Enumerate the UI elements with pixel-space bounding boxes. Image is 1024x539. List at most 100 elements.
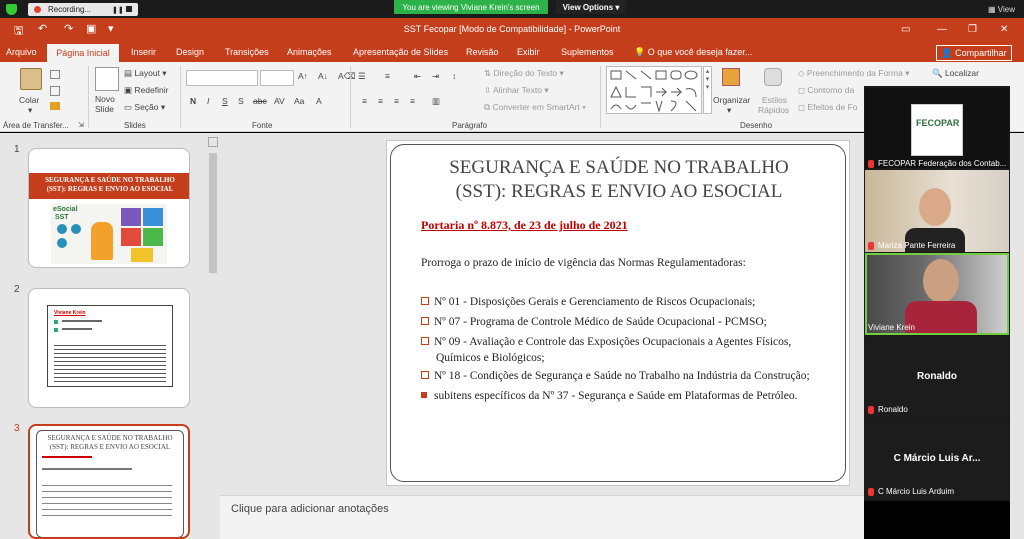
view-button[interactable]: ▦ View <box>988 5 1015 14</box>
format-painter-icon[interactable] <box>50 102 60 110</box>
shape-outline-button[interactable]: ◻ Contorno da <box>798 85 854 96</box>
shapes-gallery-scroll[interactable]: ▴ ▾ ▾ <box>703 66 712 114</box>
new-slide-label[interactable]: Novo <box>95 94 115 104</box>
numbering-icon[interactable]: ≡ <box>385 71 390 81</box>
tab-pagina-inicial[interactable]: Página Inicial <box>47 44 119 62</box>
char-spacing-icon[interactable]: AV <box>274 96 285 106</box>
quick-styles-label-2[interactable]: Rápidos <box>758 105 789 115</box>
scroll-thumb[interactable] <box>209 153 217 273</box>
bullet-item[interactable]: Nº 18 - Condições de Segurança e Saúde n… <box>421 368 841 384</box>
find-button[interactable]: 🔍 Localizar <box>932 68 979 79</box>
view-options-button[interactable]: View Options ▾ <box>556 0 626 14</box>
bullet-item[interactable]: Nº 07 - Programa de Controle Médico de S… <box>421 314 841 330</box>
section-button[interactable]: ▭ Seção ▾ <box>124 102 165 113</box>
change-case-icon[interactable]: Aa <box>294 96 304 106</box>
esocial-logo: eSocial SST <box>53 206 78 222</box>
new-slide-label-2[interactable]: Slide <box>95 104 114 114</box>
shape-effects-button[interactable]: ◻ Efeitos de Fo <box>798 102 858 113</box>
cut-icon[interactable] <box>50 70 60 79</box>
font-size-select[interactable] <box>260 70 294 86</box>
copy-icon[interactable] <box>50 86 60 96</box>
ribbon-display-icon[interactable]: ▭ <box>901 24 910 35</box>
bullets-icon[interactable]: ☰ <box>358 71 366 82</box>
tab-exibir[interactable]: Exibir <box>517 47 540 57</box>
scroll-up-icon[interactable] <box>208 137 218 147</box>
participant-name-text: C Márcio Luis Arduim <box>878 487 955 496</box>
underline-icon[interactable]: S <box>222 96 228 106</box>
recording-indicator[interactable]: Recording... ❚❚ <box>28 3 138 16</box>
share-label: Compartilhar <box>955 48 1007 58</box>
align-center-icon[interactable]: ≡ <box>378 96 383 106</box>
columns-icon[interactable]: ▥ <box>432 96 440 107</box>
align-right-icon[interactable]: ≡ <box>394 96 399 106</box>
checkbox-bullet-icon <box>421 317 429 325</box>
tab-inserir[interactable]: Inserir <box>131 47 156 57</box>
shapes-gallery[interactable] <box>606 66 702 114</box>
minimize-icon[interactable]: — <box>937 24 947 35</box>
new-slide-icon[interactable] <box>95 67 119 91</box>
bullet-item[interactable]: Nº 09 - Avaliação e Controle das Exposiç… <box>421 334 841 366</box>
close-icon[interactable]: ✕ <box>1000 24 1008 35</box>
line-spacing-icon[interactable]: ↕ <box>452 71 456 81</box>
increase-indent-icon[interactable]: ⇥ <box>432 71 439 82</box>
tab-apresentacao[interactable]: Apresentação de Slides <box>353 47 448 57</box>
paste-icon[interactable] <box>20 68 42 90</box>
arrange-icon[interactable] <box>722 68 740 86</box>
clear-formatting-icon[interactable]: A⌫ <box>338 71 356 82</box>
clipboard-launcher-icon[interactable]: ⇲ <box>78 121 84 129</box>
paste-dropdown-icon[interactable]: ▾ <box>28 105 32 116</box>
portaria-heading[interactable]: Portaria nº 8.873, de 23 de julho de 202… <box>421 218 628 233</box>
slide-title[interactable]: SEGURANÇA E SAÚDE NO TRABALHO (SST): REG… <box>400 156 838 204</box>
tab-revisao[interactable]: Revisão <box>466 47 499 57</box>
pause-icon[interactable]: ❚❚ <box>112 6 124 14</box>
participant-face <box>923 259 959 303</box>
font-family-select[interactable] <box>186 70 258 86</box>
strikethrough-icon[interactable]: abc <box>253 96 267 106</box>
slide-intro[interactable]: Prorroga o prazo de início de vigência d… <box>421 257 746 269</box>
quick-styles-icon[interactable] <box>764 68 782 86</box>
slide-thumbnail-3[interactable]: SEGURANÇA E SAÚDE NO TRABALHO (SST): REG… <box>28 424 190 539</box>
slide-thumbnail-2[interactable]: Viviane Krein <box>28 288 190 408</box>
bullet-text: Nº 09 - Avaliação e Controle das Exposiç… <box>434 336 792 348</box>
participant-body <box>905 301 977 333</box>
arrange-label[interactable]: Organizar <box>713 95 750 105</box>
paste-label[interactable]: Colar <box>19 95 39 105</box>
tab-design[interactable]: Design <box>176 47 204 57</box>
tell-me-search[interactable]: 💡 O que você deseja fazer... <box>634 47 752 58</box>
text-direction-button[interactable]: ⇅ Direção do Texto ▾ <box>484 68 564 79</box>
justify-icon[interactable]: ≡ <box>410 96 415 106</box>
group-font-label: Fonte <box>252 121 273 130</box>
italic-icon[interactable]: I <box>207 96 209 106</box>
bullet-item[interactable]: subitens específicos da Nº 37 - Seguranç… <box>421 388 841 404</box>
tab-arquivo[interactable]: Arquivo <box>6 47 37 57</box>
quick-styles-label[interactable]: Estilos <box>762 95 787 105</box>
thumbnail-scrollbar[interactable] <box>206 133 220 539</box>
align-left-icon[interactable]: ≡ <box>362 96 367 106</box>
group-paragraph-label: Parágrafo <box>452 121 488 130</box>
font-color-icon[interactable]: A <box>316 96 322 106</box>
notes-pane[interactable] <box>220 495 864 539</box>
thumb3-portaria-line <box>42 456 92 458</box>
layout-button[interactable]: ▤ Layout ▾ <box>124 68 167 79</box>
maximize-icon[interactable]: ❐ <box>968 24 977 35</box>
share-button[interactable]: 👤 Compartilhar <box>936 45 1012 61</box>
tab-suplementos[interactable]: Suplementos <box>561 47 614 57</box>
participant-tile[interactable] <box>865 170 1009 252</box>
tab-transicoes[interactable]: Transições <box>225 47 269 57</box>
increase-font-icon[interactable]: A↑ <box>298 71 308 81</box>
decrease-indent-icon[interactable]: ⇤ <box>414 71 421 82</box>
decrease-font-icon[interactable]: A↓ <box>318 71 328 81</box>
shape-fill-button[interactable]: ◇ Preenchimento da Forma ▾ <box>798 68 909 79</box>
align-text-button[interactable]: ⇳ Alinhar Texto ▾ <box>484 85 549 96</box>
stop-icon[interactable] <box>126 6 132 12</box>
smartart-button[interactable]: ⧉ Converter em SmartArt ▾ <box>484 102 586 113</box>
bullet-item[interactable]: Nº 01 - Disposições Gerais e Gerenciamen… <box>421 294 841 310</box>
notes-placeholder[interactable]: Clique para adicionar anotações <box>231 503 389 515</box>
main-scrollbar[interactable] <box>1010 133 1024 539</box>
tab-animacoes[interactable]: Animações <box>287 47 332 57</box>
shadow-icon[interactable]: S <box>238 96 244 106</box>
slide-thumbnail-1[interactable]: SEGURANÇA E SAÚDE NO TRABALHO (SST): REG… <box>28 148 190 268</box>
arrange-dropdown-icon[interactable]: ▾ <box>727 105 731 116</box>
bold-icon[interactable]: N <box>190 96 196 106</box>
reset-button[interactable]: ▣ Redefinir <box>124 85 168 96</box>
